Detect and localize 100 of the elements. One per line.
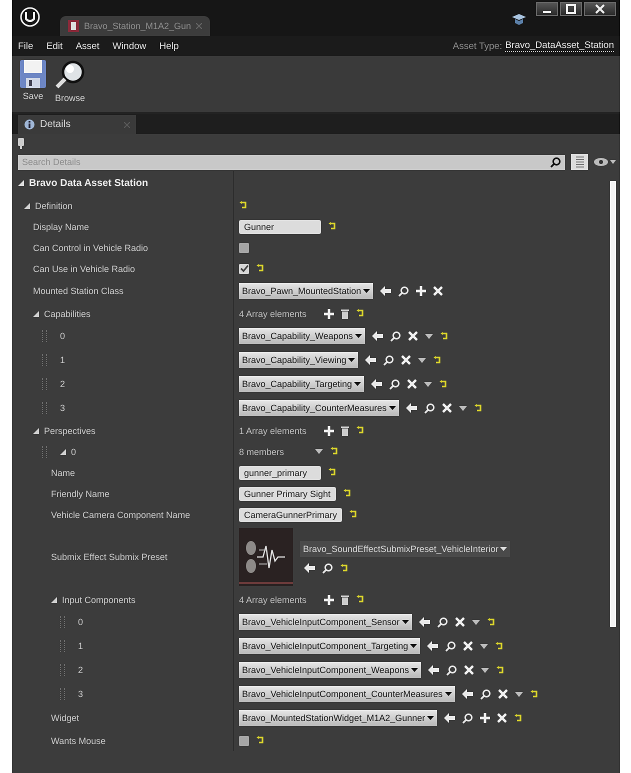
asset-dropdown[interactable]: Bravo_VehicleInputComponent_Weapons <box>239 662 421 678</box>
lock-icon[interactable] <box>18 138 24 149</box>
clear-icon[interactable] <box>498 689 508 699</box>
arrow-left-icon[interactable] <box>418 617 430 627</box>
caret-icon[interactable] <box>458 406 467 410</box>
reset-icon[interactable] <box>440 332 449 340</box>
minimize-button[interactable] <box>536 2 558 16</box>
asset-dropdown[interactable]: Bravo_MountedStationWidget_M1A2_Gunner <box>239 710 438 726</box>
eye-icon[interactable] <box>594 157 616 167</box>
clear-icon[interactable] <box>454 617 465 627</box>
scrollbar[interactable] <box>610 181 616 627</box>
caret-icon[interactable] <box>315 449 324 454</box>
details-tab[interactable]: Details <box>18 115 136 134</box>
text-field[interactable]: gunner_primary <box>239 466 321 480</box>
arrow-left-icon[interactable] <box>304 563 315 573</box>
search-icon[interactable] <box>398 286 410 296</box>
checkbox[interactable] <box>239 264 249 274</box>
caret-icon[interactable] <box>480 668 489 672</box>
drag-handle-icon[interactable] <box>60 664 65 676</box>
clear-icon[interactable] <box>401 355 412 365</box>
expand-arrow-icon[interactable] <box>60 448 66 454</box>
drag-handle-icon[interactable] <box>60 616 65 628</box>
clear-icon[interactable] <box>433 286 444 296</box>
menu-item[interactable]: Window <box>112 40 146 52</box>
trash-icon[interactable] <box>340 426 349 436</box>
graduation-cap-icon[interactable] <box>512 12 526 26</box>
clear-icon[interactable] <box>497 713 508 723</box>
drag-handle-icon[interactable] <box>60 640 65 652</box>
drag-handle-icon[interactable] <box>42 354 47 366</box>
expand-arrow-icon[interactable] <box>51 596 57 602</box>
expand-arrow-icon[interactable] <box>24 202 30 208</box>
asset-type-link[interactable]: Bravo_DataAsset_Station <box>505 40 614 52</box>
search-icon[interactable] <box>462 712 474 724</box>
search-icon[interactable] <box>445 640 456 652</box>
text-field[interactable]: CameraGunnerPrimary <box>239 508 342 522</box>
speaker-wave-icon[interactable] <box>239 528 293 586</box>
reset-icon[interactable] <box>349 510 358 519</box>
asset-dropdown[interactable]: Bravo_Capability_Viewing <box>239 352 358 368</box>
expand-arrow-icon[interactable] <box>18 180 24 186</box>
search-icon[interactable] <box>446 664 457 676</box>
caret-icon[interactable] <box>424 334 433 338</box>
arrow-left-icon[interactable] <box>406 403 417 413</box>
reset-icon[interactable] <box>328 468 337 477</box>
view-options-button[interactable] <box>571 154 588 170</box>
arrow-left-icon[interactable] <box>365 355 376 365</box>
asset-dropdown[interactable]: Bravo_VehicleInputComponent_CounterMeasures <box>239 686 455 702</box>
plus-icon[interactable] <box>324 426 334 436</box>
search-icon[interactable] <box>390 330 401 342</box>
arrow-left-icon[interactable] <box>380 286 392 296</box>
trash-icon[interactable] <box>340 308 349 318</box>
asset-dropdown[interactable]: Bravo_Capability_Targeting <box>239 376 364 392</box>
plus-icon[interactable] <box>416 286 426 296</box>
search-icon[interactable] <box>480 688 491 700</box>
plus-icon[interactable] <box>480 713 490 723</box>
clear-icon[interactable] <box>463 641 474 651</box>
drag-handle-icon[interactable] <box>60 688 65 700</box>
text-field[interactable]: Gunner <box>239 220 321 234</box>
drag-handle-icon[interactable] <box>42 402 47 414</box>
caret-icon[interactable] <box>472 620 480 624</box>
checkbox[interactable] <box>239 242 249 252</box>
reset-icon[interactable] <box>433 356 442 364</box>
reset-icon[interactable] <box>342 489 352 498</box>
clear-icon[interactable] <box>442 403 452 413</box>
menu-item[interactable]: Edit <box>46 40 63 52</box>
arrow-left-icon[interactable] <box>371 379 382 389</box>
drag-handle-icon[interactable] <box>42 378 47 390</box>
checkbox[interactable] <box>239 736 249 746</box>
text-field[interactable]: Gunner Primary Sight <box>239 486 336 500</box>
reset-icon[interactable] <box>530 690 539 698</box>
arrow-left-icon[interactable] <box>372 331 383 341</box>
reset-icon[interactable] <box>330 447 340 456</box>
clear-icon[interactable] <box>407 379 418 389</box>
caret-icon[interactable] <box>418 358 426 362</box>
trash-icon[interactable] <box>340 594 349 604</box>
drag-handle-icon[interactable] <box>42 446 47 458</box>
arrow-left-icon[interactable] <box>444 713 456 723</box>
reset-icon[interactable] <box>514 714 524 722</box>
reset-icon[interactable] <box>356 426 365 435</box>
reset-icon[interactable] <box>486 618 496 626</box>
search-icon[interactable] <box>389 378 400 390</box>
maximize-button[interactable] <box>560 2 582 16</box>
search-icon[interactable] <box>436 616 448 628</box>
reset-icon[interactable] <box>356 309 365 318</box>
caret-icon[interactable] <box>514 692 523 696</box>
asset-dropdown[interactable]: Bravo_VehicleInputComponent_Sensor <box>239 614 412 630</box>
reset-icon[interactable] <box>495 642 504 650</box>
reset-icon[interactable] <box>439 380 448 388</box>
reset-icon[interactable] <box>496 666 505 674</box>
menu-item[interactable]: Asset <box>76 40 100 52</box>
expand-arrow-icon[interactable] <box>33 428 39 434</box>
toolbar-button[interactable]: Browse <box>54 60 86 103</box>
clear-icon[interactable] <box>408 331 418 341</box>
asset-dropdown[interactable]: Bravo_VehicleInputComponent_Targeting <box>239 638 420 654</box>
reset-icon[interactable] <box>340 564 349 572</box>
plus-icon[interactable] <box>324 594 334 604</box>
search-icon[interactable] <box>424 402 435 414</box>
search-icon[interactable] <box>322 562 333 574</box>
reset-icon[interactable] <box>328 222 337 231</box>
reset-icon[interactable] <box>239 201 248 210</box>
asset-dropdown[interactable]: Bravo_SoundEffectSubmixPreset_VehicleInterior <box>300 540 510 556</box>
